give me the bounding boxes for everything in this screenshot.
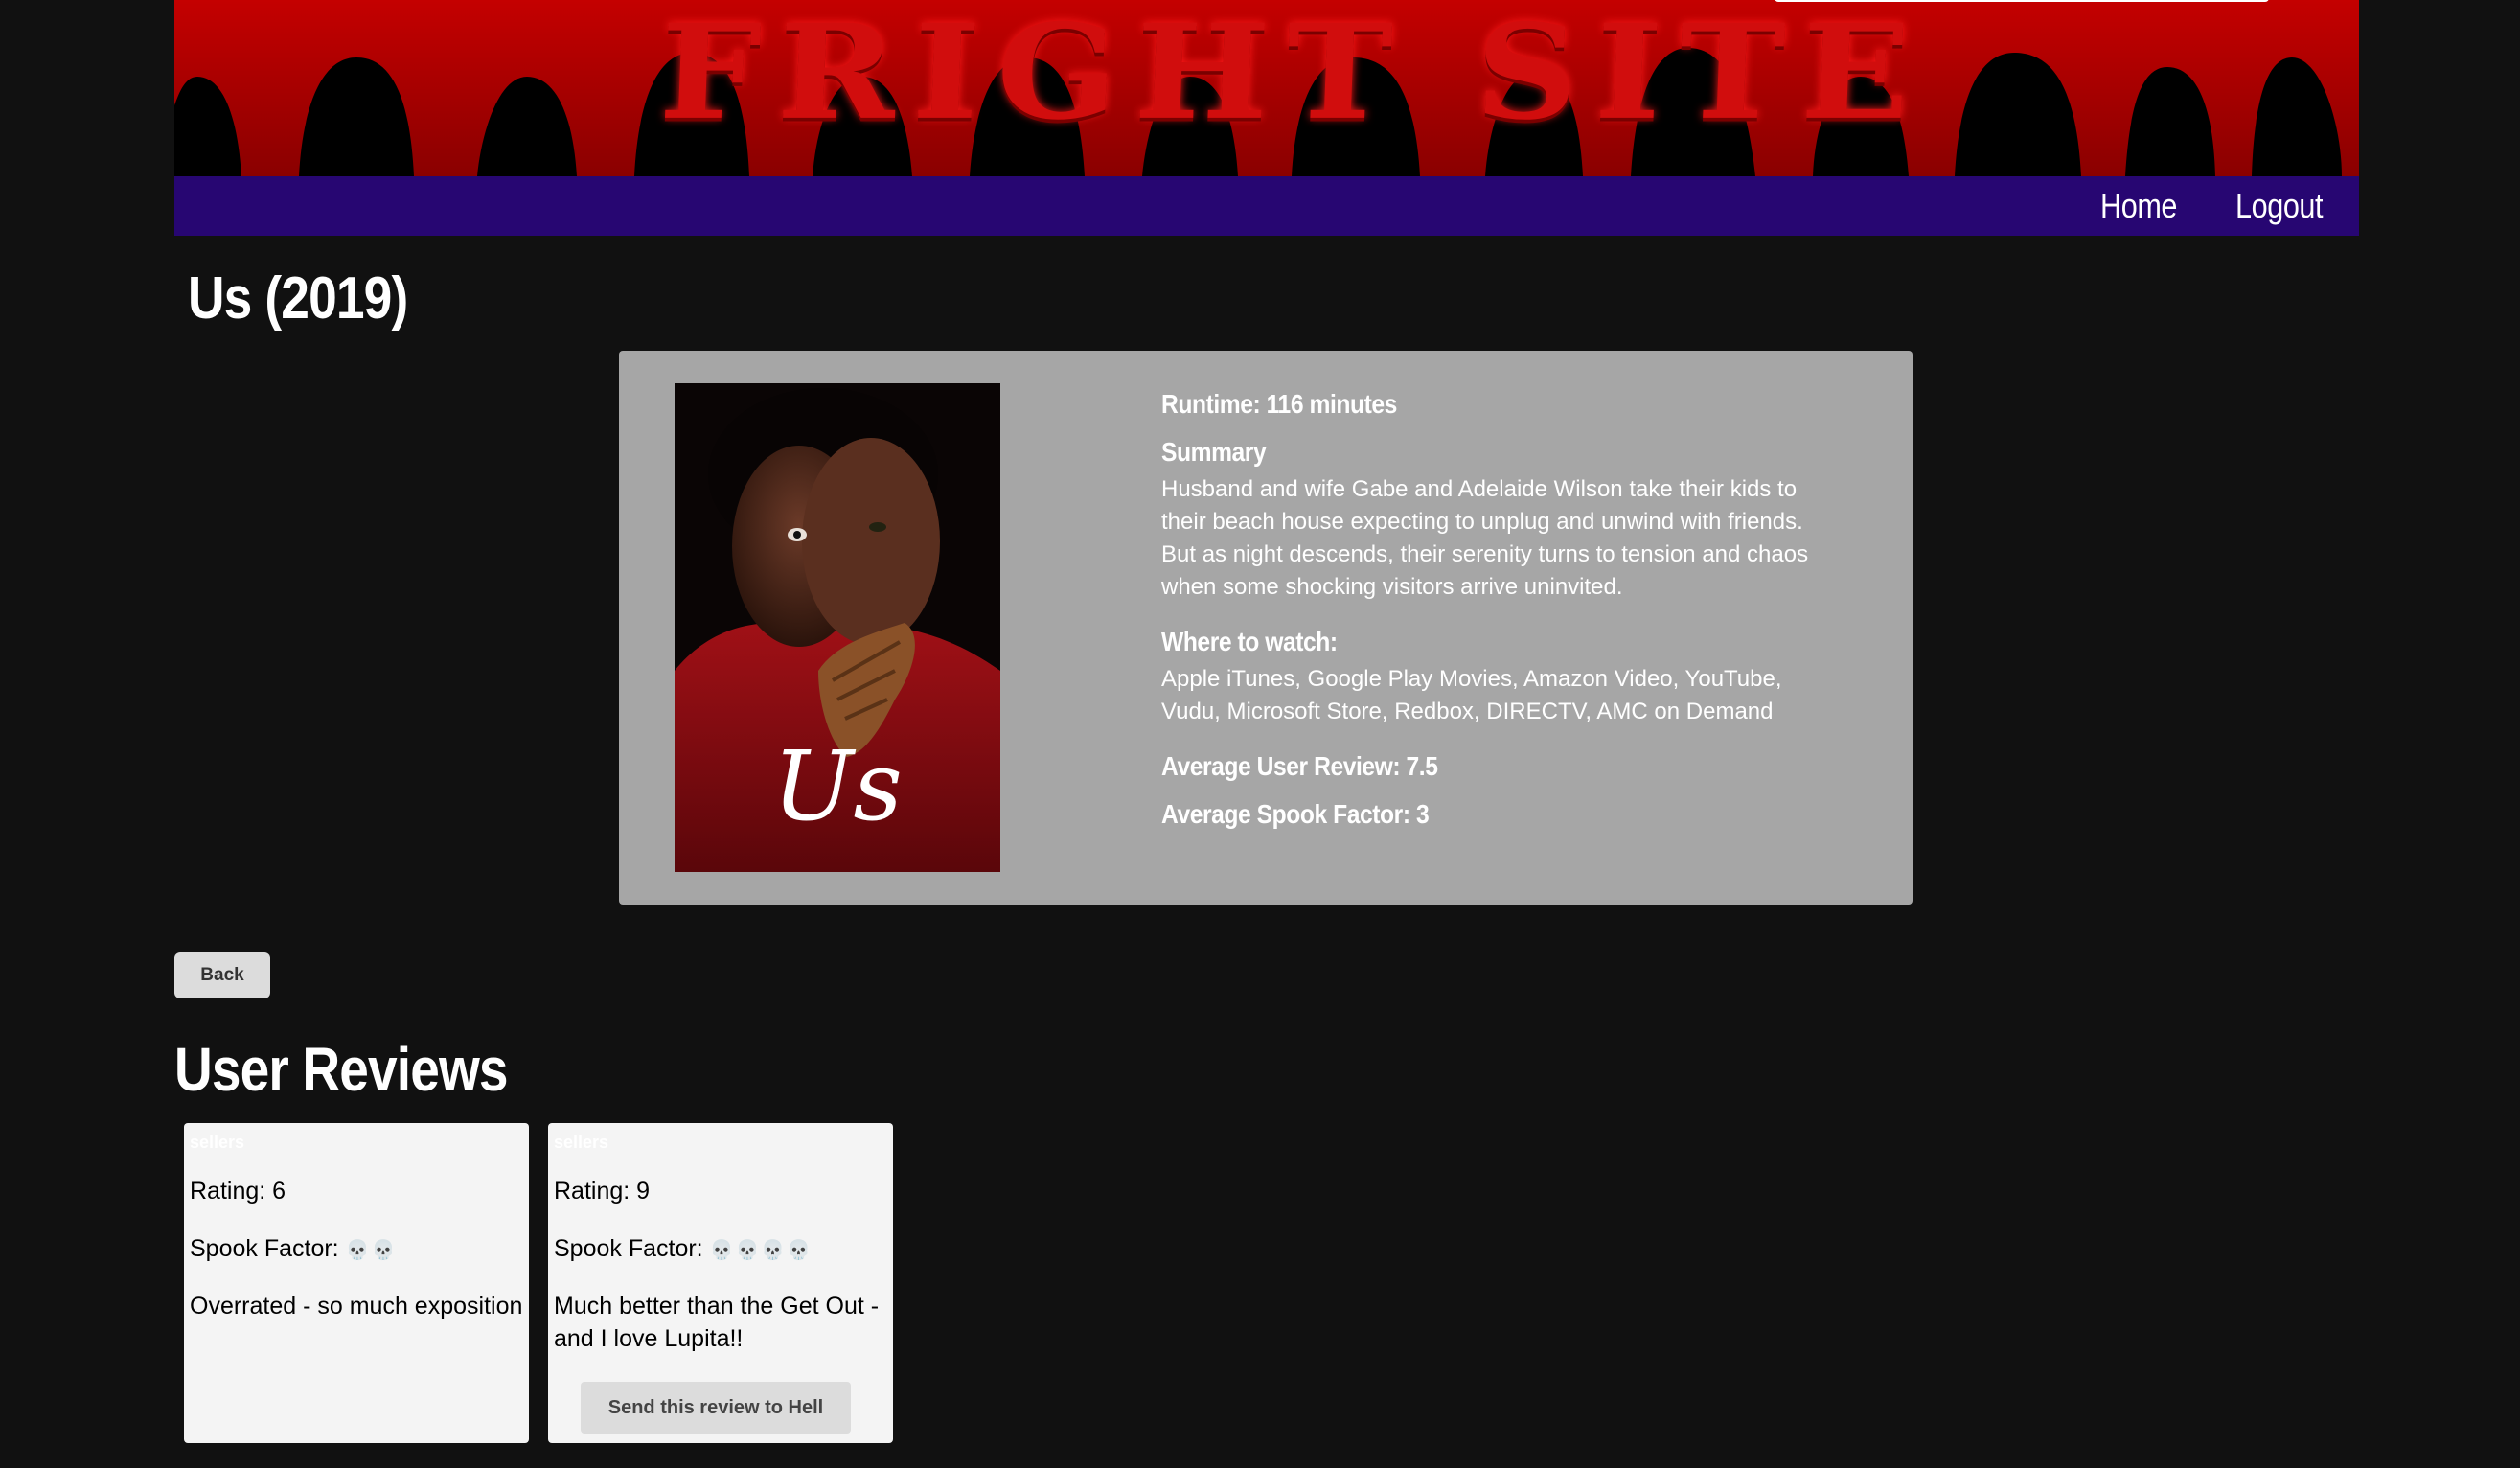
average-spook-factor: Average Spook Factor: 3 (1161, 799, 1430, 829)
top-nav-bar: Home Logout (174, 176, 2359, 236)
review-rating: Rating: 6 (190, 1178, 286, 1204)
spook-factor-label: Spook Factor: (554, 1235, 703, 1262)
summary-heading: Summary (1161, 437, 1267, 467)
movie-details: Runtime: 116 minutes Summary Husband and… (1161, 385, 1832, 834)
where-to-watch-text: Apple iTunes, Google Play Movies, Amazon… (1161, 666, 1782, 724)
skull-icon: 💀💀 (345, 1240, 398, 1261)
poster-title-text: Us (772, 730, 903, 842)
review-card: sellers Rating: 6 Spook Factor: 💀💀 Overr… (184, 1123, 529, 1443)
movie-title: Us (2019) (188, 265, 408, 332)
back-button[interactable]: Back (174, 952, 270, 998)
average-user-review: Average User Review: 7.5 (1161, 751, 1438, 781)
site-logo-title: FRIGHT SITE (656, 0, 1931, 149)
review-username[interactable]: sellers (554, 1133, 608, 1153)
nav-logout-link[interactable]: Logout (2235, 186, 2323, 226)
summary-text: Husband and wife Gabe and Adelaide Wilso… (1161, 476, 1809, 600)
user-reviews-heading: User Reviews (174, 1035, 509, 1104)
runtime-label: Runtime: 116 minutes (1161, 389, 1397, 419)
review-rating: Rating: 9 (554, 1178, 651, 1204)
review-card: sellers Rating: 9 Spook Factor: 💀💀💀💀 Muc… (548, 1123, 893, 1443)
where-to-watch-heading: Where to watch: (1161, 627, 1338, 656)
nav-home-link[interactable]: Home (2100, 186, 2177, 226)
movie-info-card: Us Runtime: 116 minutes Summary Husband … (619, 351, 1913, 905)
review-username[interactable]: sellers (190, 1133, 244, 1153)
site-banner: FRIGHT SITE (174, 0, 2359, 176)
reviews-list: sellers Rating: 6 Spook Factor: 💀💀 Overr… (184, 1123, 893, 1443)
banner-search-field[interactable] (1775, 0, 2269, 2)
review-spook-factor: Spook Factor: 💀💀 (190, 1232, 525, 1267)
review-spook-factor: Spook Factor: 💀💀💀💀 (554, 1232, 889, 1267)
send-review-to-hell-button[interactable]: Send this review to Hell (581, 1382, 851, 1434)
page-frame: FRIGHT SITE Home Logout Us (2019) Us Run… (174, 0, 2359, 1443)
review-text: Overrated - so much exposition (190, 1293, 523, 1319)
review-text: Much better than the Get Out - and I lov… (554, 1293, 880, 1352)
spook-factor-label: Spook Factor: (190, 1235, 339, 1262)
movie-poster: Us (675, 383, 1000, 872)
skull-icon: 💀💀💀💀 (709, 1240, 813, 1261)
poster-artwork: Us (675, 383, 1000, 872)
